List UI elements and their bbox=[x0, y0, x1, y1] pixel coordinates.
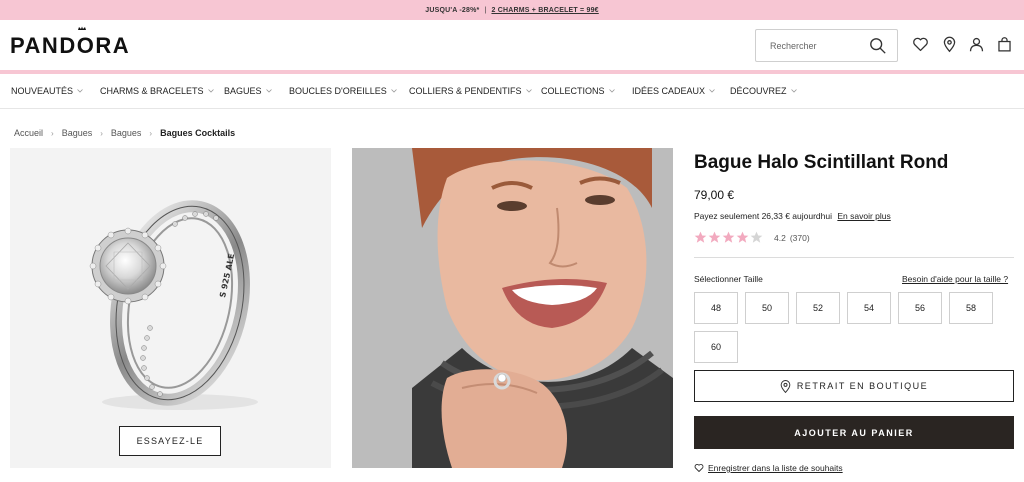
product-image-ring[interactable]: S 925 ALE bbox=[10, 148, 331, 468]
ring-illustration: S 925 ALE bbox=[89, 200, 258, 410]
nav-label: IDÉES CADEAUX bbox=[632, 86, 706, 96]
wishlist-heart-icon[interactable] bbox=[912, 36, 929, 53]
promo-text: JUSQU'A -28%* bbox=[425, 6, 480, 14]
store-pickup-label: RETRAIT EN BOUTIQUE bbox=[796, 381, 929, 391]
size-option[interactable]: 48 bbox=[694, 292, 738, 324]
star-icon bbox=[694, 231, 707, 243]
nav-label: BOUCLES D'OREILLES bbox=[289, 86, 387, 96]
size-option[interactable]: 58 bbox=[949, 292, 993, 324]
divider bbox=[694, 257, 1014, 258]
search-input[interactable]: Rechercher bbox=[770, 41, 817, 51]
pandora-logo[interactable]: PANDORA bbox=[10, 33, 130, 59]
try-on-button[interactable]: ESSAYEZ-LE bbox=[119, 426, 221, 456]
store-locator-pin-icon[interactable] bbox=[941, 36, 958, 53]
nav-item-nouveautes[interactable]: NOUVEAUTÉS bbox=[11, 86, 83, 96]
logo-crown-icon bbox=[78, 26, 86, 30]
ring-engraving: S 925 ALE bbox=[218, 253, 236, 299]
star-icon bbox=[736, 231, 749, 243]
size-option[interactable]: 52 bbox=[796, 292, 840, 324]
breadcrumb-separator-icon: › bbox=[51, 128, 54, 138]
chevron-down-icon bbox=[390, 89, 397, 93]
breadcrumb-current: Bagues Cocktails bbox=[160, 128, 236, 138]
product-price: 79,00 € bbox=[694, 188, 735, 202]
chevron-down-icon bbox=[265, 89, 272, 93]
product-image-model[interactable] bbox=[352, 148, 673, 468]
review-count: (370) bbox=[789, 232, 810, 243]
nav-item-collections[interactable]: COLLECTIONS bbox=[541, 86, 615, 96]
installment-text: Payez seulement 26,33 € aujourdhui bbox=[694, 211, 832, 221]
promo-separator: | bbox=[484, 6, 487, 14]
installment-info: Payez seulement 26,33 € aujourdhui En sa… bbox=[694, 211, 891, 221]
store-pickup-button[interactable]: RETRAIT EN BOUTIQUE bbox=[694, 370, 1014, 402]
breadcrumb-separator-icon: › bbox=[149, 128, 153, 138]
size-option[interactable]: 50 bbox=[745, 292, 789, 324]
nav-label: CHARMS & BRACELETS bbox=[100, 86, 204, 96]
main-navigation: NOUVEAUTÉS CHARMS & BRACELETS BAGUES BOU… bbox=[0, 74, 1024, 109]
star-icon bbox=[722, 231, 735, 243]
chevron-down-icon bbox=[207, 89, 214, 93]
size-label: Sélectionner Taille bbox=[694, 274, 763, 284]
wishlist-link[interactable]: Enregistrer dans la liste de souhaits bbox=[694, 463, 843, 473]
size-help-link[interactable]: Besoin d'aide pour la taille ? bbox=[902, 274, 1008, 284]
add-to-cart-button[interactable]: AJOUTER AU PANIER bbox=[694, 416, 1014, 449]
nav-label: BAGUES bbox=[224, 86, 262, 96]
shopping-bag-icon[interactable] bbox=[996, 36, 1013, 53]
search-icon[interactable] bbox=[869, 37, 887, 55]
account-user-icon[interactable] bbox=[968, 36, 985, 53]
chevron-down-icon bbox=[608, 89, 615, 93]
breadcrumb-item[interactable]: Bagues bbox=[111, 128, 142, 138]
wishlist-label: Enregistrer dans la liste de souhaits bbox=[708, 463, 843, 473]
nav-label: COLLIERS & PENDENTIFS bbox=[409, 86, 522, 96]
chevron-down-icon bbox=[77, 89, 83, 93]
nav-item-idees-cadeaux[interactable]: IDÉES CADEAUX bbox=[632, 86, 715, 96]
learn-more-link[interactable]: En savoir plus bbox=[837, 211, 890, 221]
search-box[interactable]: Rechercher bbox=[755, 29, 898, 62]
promo-link[interactable]: 2 CHARMS + BRACELET = 99€ bbox=[491, 7, 598, 14]
nav-item-decouvrez[interactable]: DÉCOUVREZ bbox=[730, 86, 797, 96]
site-header: PANDORA Rechercher bbox=[0, 20, 1024, 70]
chevron-down-icon bbox=[525, 89, 532, 93]
size-option[interactable]: 54 bbox=[847, 292, 891, 324]
location-pin-icon bbox=[780, 379, 791, 393]
promo-banner: JUSQU'A -28%* | 2 CHARMS + BRACELET = 99… bbox=[0, 0, 1024, 20]
size-option[interactable]: 60 bbox=[694, 331, 738, 363]
nav-label: COLLECTIONS bbox=[541, 86, 605, 96]
breadcrumb: Accueil › Bagues › Bagues › Bagues Cockt… bbox=[14, 128, 235, 138]
model-photo-illustration bbox=[352, 148, 673, 468]
product-title: Bague Halo Scintillant Rond bbox=[694, 152, 949, 173]
star-empty-icon bbox=[750, 231, 763, 243]
nav-label: DÉCOUVREZ bbox=[730, 86, 787, 96]
nav-item-charms-bracelets[interactable]: CHARMS & BRACELETS bbox=[100, 86, 214, 96]
breadcrumb-separator-icon: › bbox=[100, 128, 103, 138]
rating-stars[interactable]: 4.2 (370) bbox=[694, 231, 810, 244]
size-option[interactable]: 56 bbox=[898, 292, 942, 324]
nav-item-boucles-oreilles[interactable]: BOUCLES D'OREILLES bbox=[289, 86, 397, 96]
breadcrumb-item[interactable]: Bagues bbox=[62, 128, 93, 138]
rating-value: 4.2 bbox=[774, 232, 786, 243]
nav-item-colliers-pendentifs[interactable]: COLLIERS & PENDENTIFS bbox=[409, 86, 532, 96]
heart-icon bbox=[694, 463, 704, 472]
nav-item-bagues[interactable]: BAGUES bbox=[224, 86, 272, 96]
chevron-down-icon bbox=[709, 89, 715, 93]
nav-label: NOUVEAUTÉS bbox=[11, 86, 74, 96]
star-icon bbox=[708, 231, 721, 243]
breadcrumb-item[interactable]: Accueil bbox=[14, 128, 43, 138]
chevron-down-icon bbox=[790, 89, 797, 93]
